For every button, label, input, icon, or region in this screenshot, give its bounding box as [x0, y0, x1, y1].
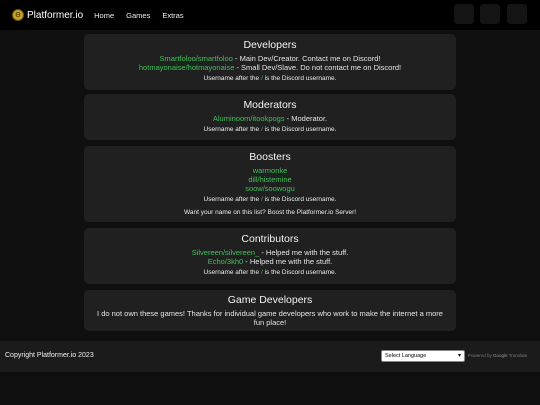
contributor-entry: Echo/3kh0 - Helped me with the stuff. — [207, 257, 333, 266]
game-developers-card: Game Developers I do not own these games… — [84, 290, 456, 331]
language-select[interactable]: Select Language ▾ — [381, 350, 465, 362]
top-navbar: ⚙ Platformer.io Home Games Extras — [0, 0, 540, 30]
header-button-2[interactable] — [480, 4, 500, 24]
contributors-card: Contributors Silvereen/silvereen_ - Help… — [84, 228, 456, 284]
google-logo: Google — [493, 353, 508, 358]
developer-name: hotmayonaise/hotmayonaise — [138, 63, 235, 72]
developer-entry: hotmayonaise/hotmayonaise - Small Dev/Sl… — [138, 63, 402, 72]
main-nav: Home Games Extras — [94, 11, 195, 20]
game-developers-text: I do not own these games! Thanks for ind… — [97, 309, 443, 327]
chevron-down-icon: ▾ — [457, 353, 461, 359]
brand-name[interactable]: Platformer.io — [27, 10, 83, 21]
moderator-name: Aluminoom/itookpogs — [212, 114, 285, 123]
developer-entry: Smartfoloo/smartfoloo - Main Dev/Creator… — [159, 54, 381, 63]
nav-home-link[interactable]: Home — [94, 11, 114, 20]
moderators-card: Moderators Aluminoom/itookpogs - Moderat… — [84, 94, 456, 140]
header-button-1[interactable] — [454, 4, 474, 24]
contributor-name: Echo/3kh0 — [207, 257, 244, 266]
contributor-name: Silvereen/silvereen_ — [191, 248, 260, 257]
boosters-title: Boosters — [249, 151, 291, 163]
footer: Copyright Platformer.io 2023 Select Lang… — [0, 341, 540, 372]
boosters-card: Boosters warmonke dill/histemine soow/so… — [84, 146, 456, 222]
nav-games-link[interactable]: Games — [126, 11, 150, 20]
nav-extras-link[interactable]: Extras — [162, 11, 183, 20]
brand[interactable]: ⚙ Platformer.io — [12, 9, 83, 21]
copyright-text: Copyright Platformer.io 2023 — [5, 352, 94, 359]
powered-by-google-translate[interactable]: Powered by Google Translate — [468, 353, 527, 358]
game-developers-title: Game Developers — [227, 294, 313, 306]
discord-note: Username after the / is the Discord user… — [203, 126, 337, 133]
discord-note: Username after the / is the Discord user… — [203, 75, 337, 82]
gear-icon: ⚙ — [12, 9, 24, 21]
discord-note: Username after the / is the Discord user… — [203, 269, 337, 276]
contributors-title: Contributors — [241, 233, 299, 245]
developers-title: Developers — [243, 39, 297, 51]
contributor-entry: Silvereen/silvereen_ - Helped me with th… — [191, 248, 349, 257]
developers-card: Developers Smartfoloo/smartfoloo - Main … — [84, 34, 456, 90]
header-button-3[interactable] — [507, 4, 527, 24]
booster-name: warmonke — [252, 166, 288, 175]
discord-note: Username after the / is the Discord user… — [203, 196, 337, 203]
moderator-entry: Aluminoom/itookpogs - Moderator. — [212, 114, 328, 123]
booster-name: dill/histemine — [248, 175, 292, 184]
developer-name: Smartfoloo/smartfoloo — [159, 54, 233, 63]
boost-cta: Want your name on this list? Boost the P… — [183, 209, 357, 216]
moderators-title: Moderators — [243, 99, 297, 111]
booster-name: soow/soowogu — [245, 184, 295, 193]
